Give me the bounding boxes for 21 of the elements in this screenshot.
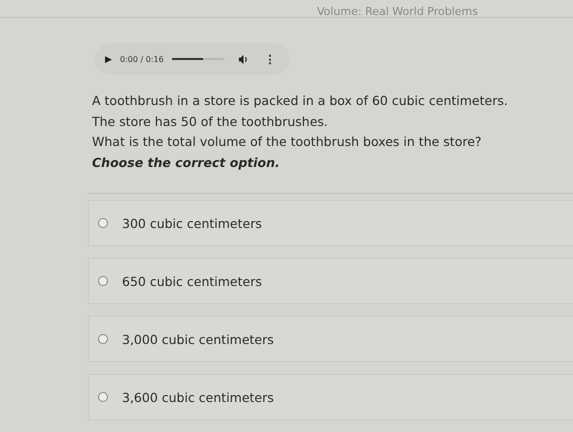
answer-option[interactable]: 650 cubic centimeters: [88, 258, 573, 304]
question-text: What is the total volume of the toothbrush boxes in the store?: [92, 133, 483, 151]
question-text: The store has 50 of the toothbrushes.: [92, 112, 329, 130]
volume-icon[interactable]: [238, 54, 249, 64]
instruction-text: Choose the correct option.: [92, 154, 281, 172]
answer-option[interactable]: 3,000 cubic centimeters: [88, 316, 573, 362]
radio-button[interactable]: [98, 334, 108, 344]
answer-option[interactable]: 300 cubic centimeters: [88, 200, 573, 246]
option-label: 3,000 cubic centimeters: [122, 332, 274, 346]
page-title: Volume: Real World Problems: [316, 6, 478, 17]
play-button[interactable]: ▶: [105, 54, 112, 64]
radio-button[interactable]: [98, 276, 108, 286]
answer-option[interactable]: 3,600 cubic centimeters: [88, 374, 573, 420]
question-text: A toothbrush in a store is packed in a box of 60 cubic centimeters.: [92, 92, 509, 110]
radio-button[interactable]: [98, 392, 108, 402]
more-button[interactable]: ⋮: [264, 52, 276, 66]
time-display: 0:00 / 0:16: [120, 54, 164, 64]
radio-button[interactable]: [98, 218, 108, 228]
option-label: 300 cubic centimeters: [122, 216, 262, 230]
option-label: 3,600 cubic centimeters: [122, 390, 274, 404]
option-label: 650 cubic centimeters: [122, 274, 262, 288]
